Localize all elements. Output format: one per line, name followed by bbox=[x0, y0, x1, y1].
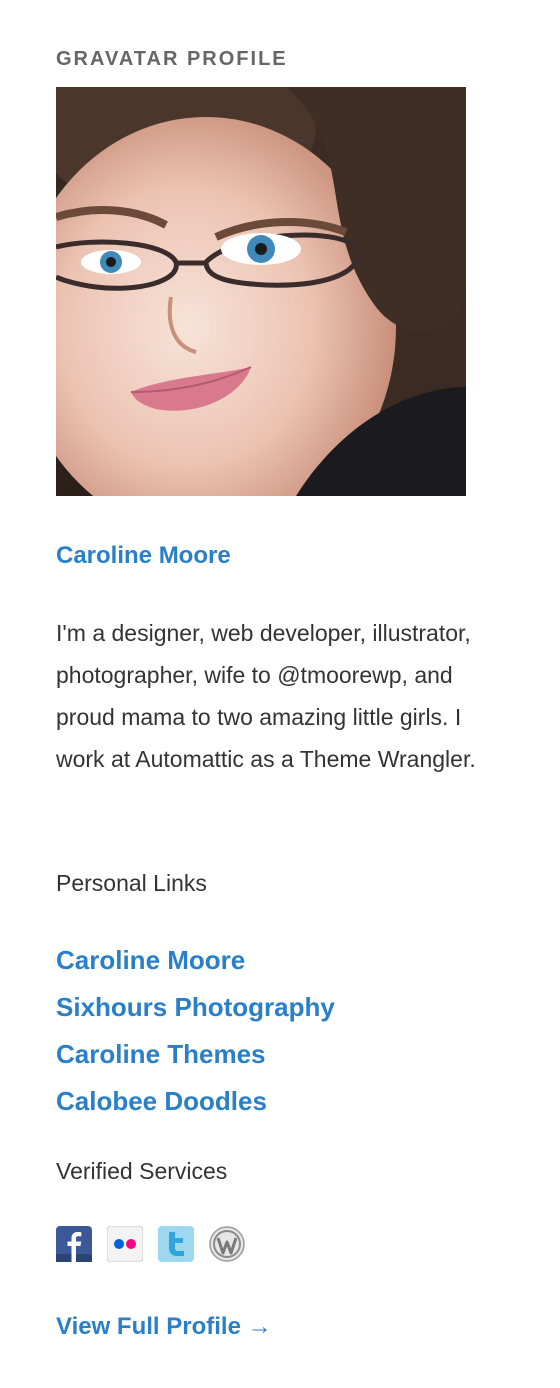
widget-title: GRAVATAR PROFILE bbox=[56, 48, 288, 70]
twitter-icon[interactable] bbox=[158, 1226, 194, 1262]
personal-links-heading: Personal Links bbox=[56, 870, 207, 896]
facebook-icon[interactable] bbox=[56, 1226, 92, 1262]
verified-services-heading: Verified Services bbox=[56, 1158, 228, 1184]
list-item: Calobee Doodles bbox=[56, 1081, 335, 1128]
profile-bio: I'm a designer, web developer, illustrat… bbox=[56, 620, 476, 772]
personal-link-calobee-doodles[interactable]: Calobee Doodles bbox=[56, 1086, 267, 1116]
wordpress-icon[interactable] bbox=[209, 1226, 245, 1262]
personal-link-caroline-moore[interactable]: Caroline Moore bbox=[56, 945, 245, 975]
list-item: Sixhours Photography bbox=[56, 987, 335, 1034]
profile-name-link[interactable]: Caroline Moore bbox=[56, 540, 231, 572]
list-item: Caroline Themes bbox=[56, 1034, 335, 1081]
flickr-icon[interactable] bbox=[106, 1225, 144, 1263]
avatar[interactable] bbox=[56, 87, 466, 496]
view-full-profile-link[interactable]: View Full Profile → bbox=[56, 1311, 272, 1343]
verified-services-list bbox=[56, 1225, 245, 1263]
personal-link-caroline-themes[interactable]: Caroline Themes bbox=[56, 1039, 266, 1069]
personal-link-sixhours-photography[interactable]: Sixhours Photography bbox=[56, 992, 335, 1022]
list-item: Caroline Moore bbox=[56, 940, 335, 987]
personal-links-list: Caroline Moore Sixhours Photography Caro… bbox=[56, 940, 335, 1128]
